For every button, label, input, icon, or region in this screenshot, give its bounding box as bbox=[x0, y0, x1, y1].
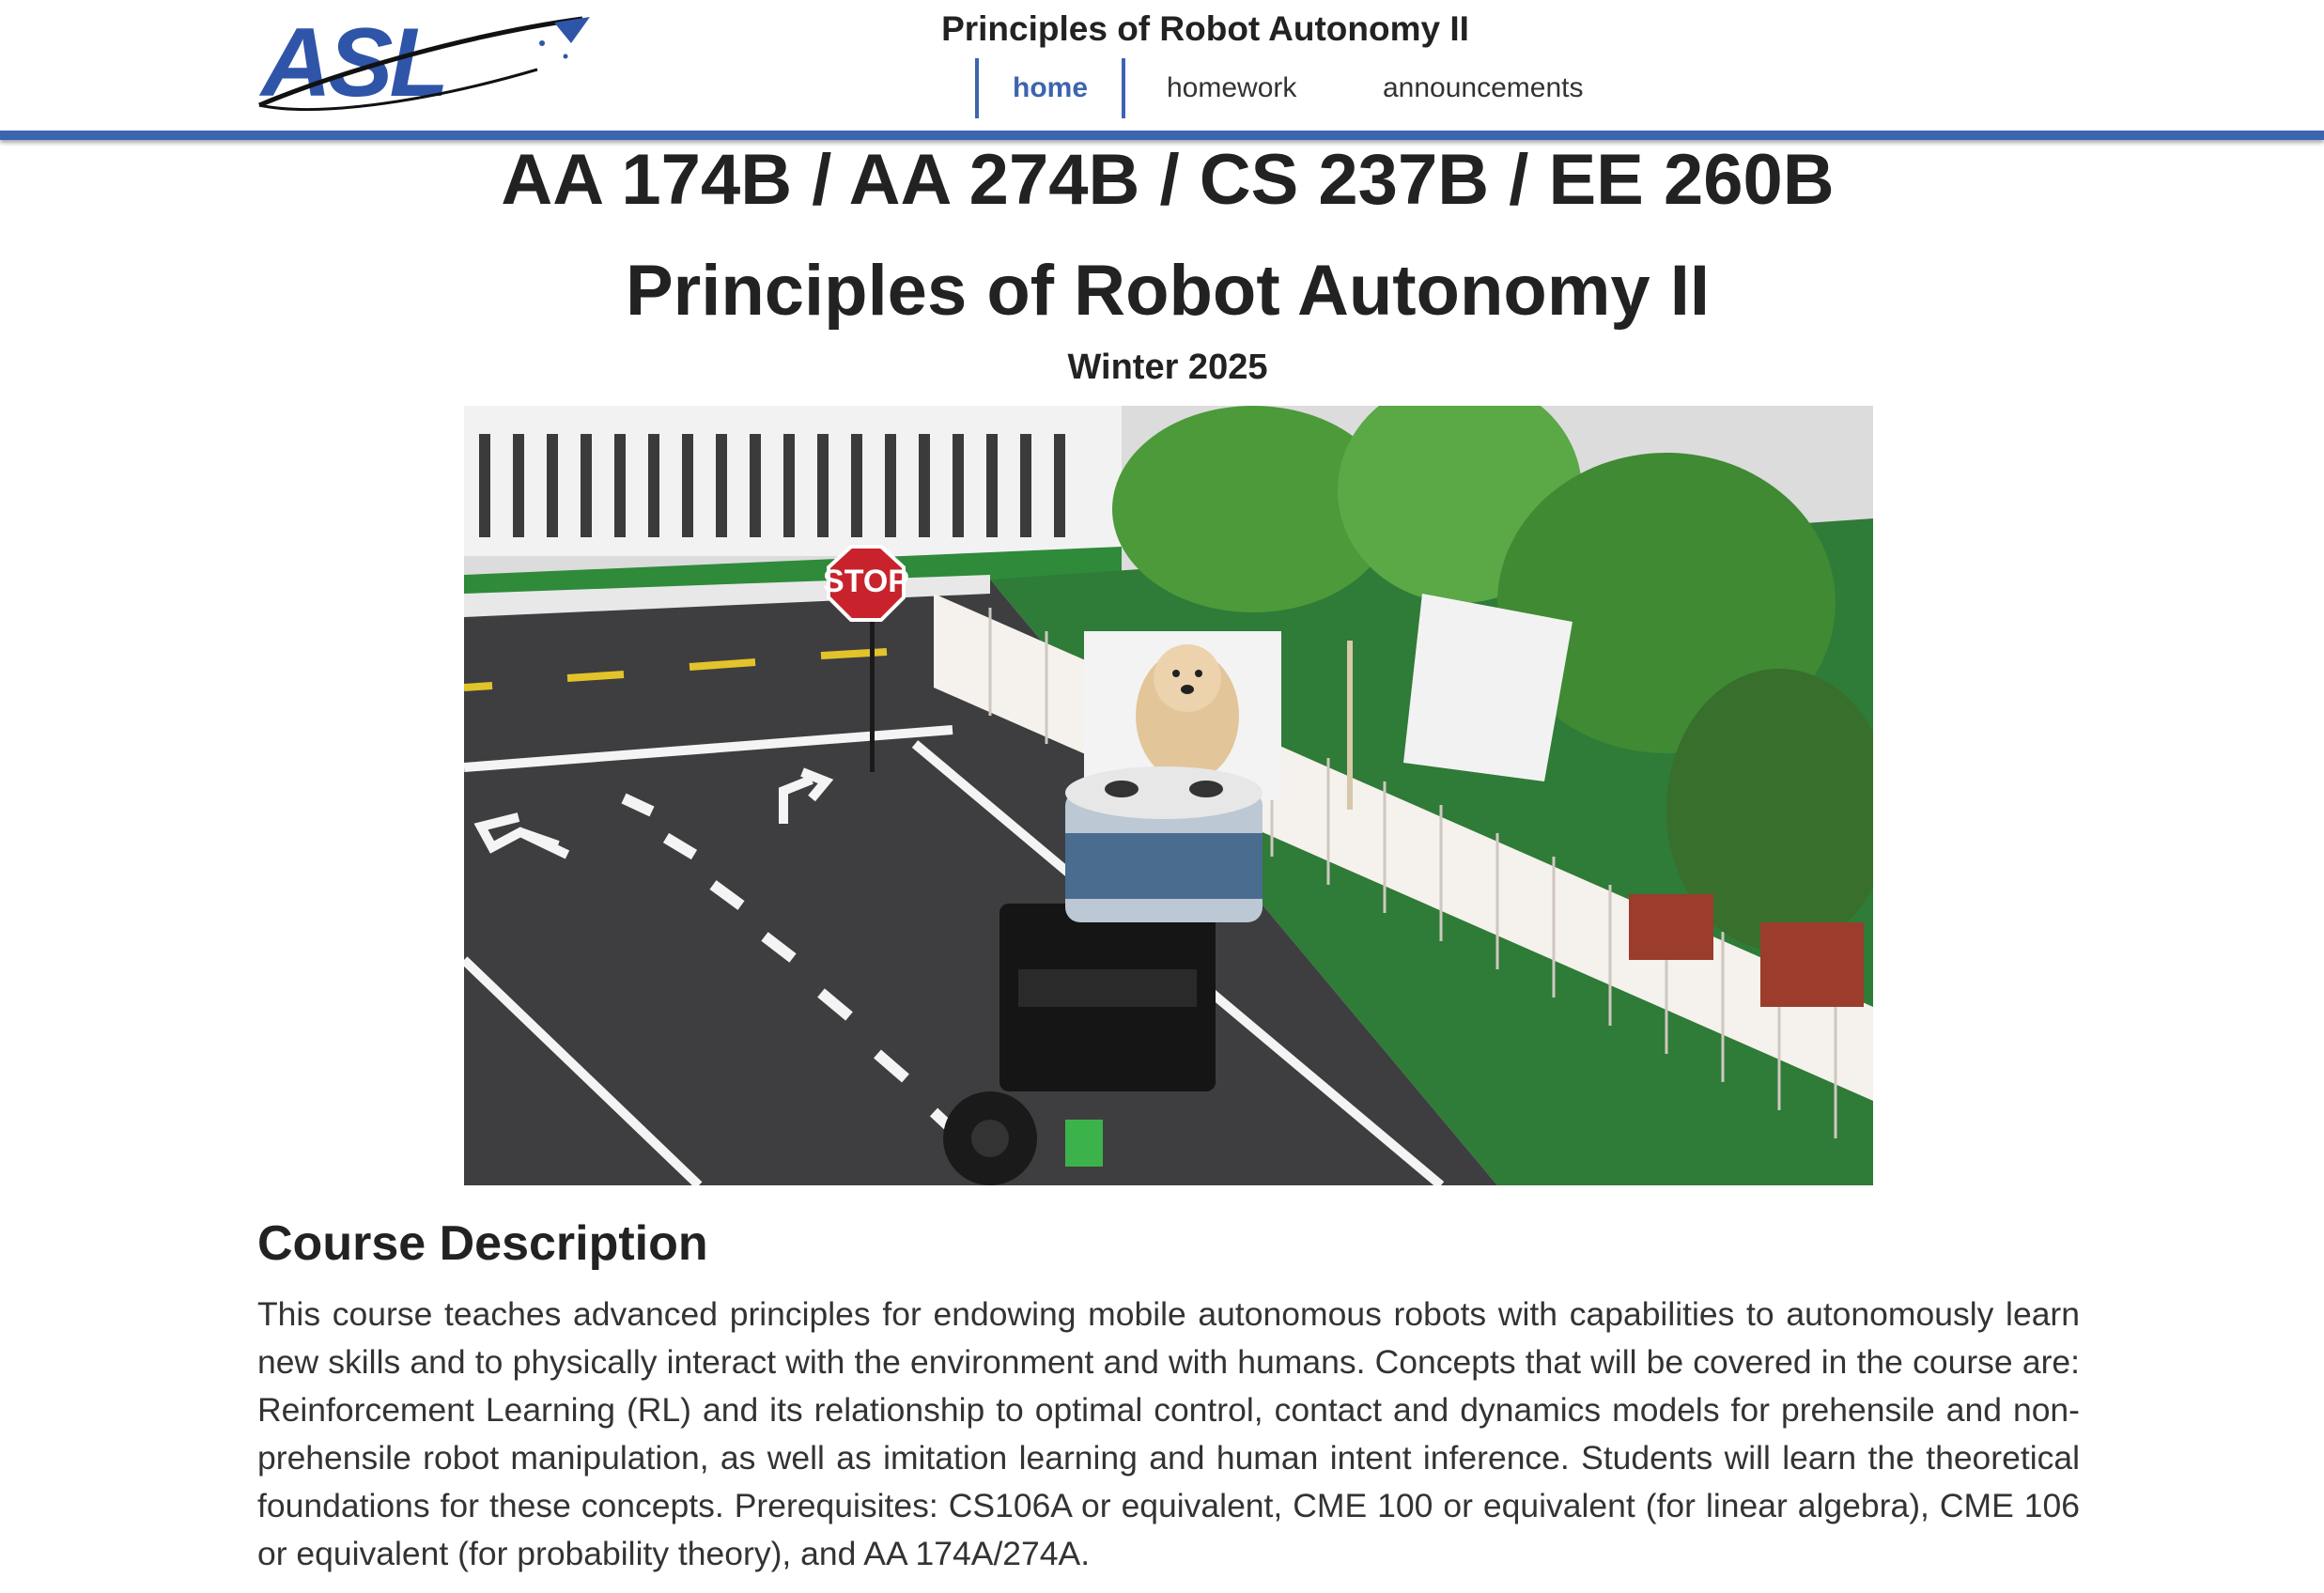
nav-homework[interactable]: homework bbox=[1167, 58, 1296, 118]
nav-home[interactable]: home bbox=[975, 58, 1126, 118]
site-header: ASL Principles of Robot Autonomy II home… bbox=[0, 0, 2324, 131]
course-codes: AA 174B / AA 274B / CS 237B / EE 260B bbox=[501, 140, 1835, 220]
course-term: Winter 2025 bbox=[1067, 348, 1268, 387]
stop-sign-text: STOP bbox=[823, 564, 909, 599]
course-title: Principles of Robot Autonomy II bbox=[625, 251, 1711, 331]
section-heading-course-description: Course Description bbox=[257, 1216, 708, 1271]
hero-image: STOP bbox=[464, 406, 1873, 1185]
nav-announcements[interactable]: announcements bbox=[1383, 58, 1584, 118]
site-title: Principles of Robot Autonomy II bbox=[941, 9, 1469, 48]
course-description-text: This course teaches advanced principles … bbox=[257, 1295, 2080, 1572]
